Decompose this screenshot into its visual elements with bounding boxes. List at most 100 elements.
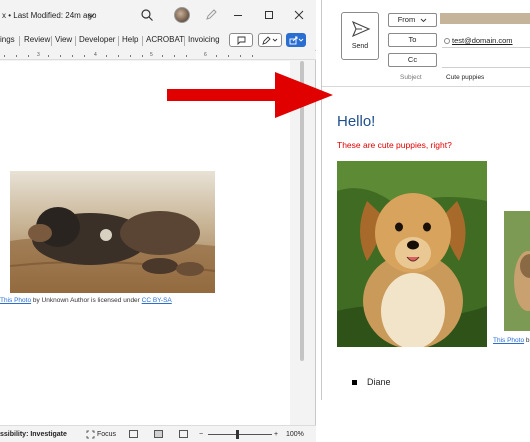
ruler-tick <box>106 55 107 57</box>
license-link[interactable]: CC BY-SA <box>142 297 172 304</box>
ruler-tick <box>174 55 175 57</box>
attribution-text-partial: b <box>524 337 530 344</box>
word-titlebar: x • Last Modified: 24m ago <box>0 0 316 30</box>
edit-icon <box>262 36 278 45</box>
ruler-tick <box>130 55 131 57</box>
cc-button[interactable]: Cc <box>388 53 437 67</box>
second-puppy-photo-partial[interactable] <box>504 211 530 331</box>
focus-button[interactable]: Focus <box>97 431 116 438</box>
ruler-tick <box>4 55 5 57</box>
to-field[interactable]: test@domain.com <box>444 36 513 45</box>
tab-view[interactable]: View <box>55 35 72 44</box>
field-divider <box>442 47 530 48</box>
ruler-tick <box>16 55 17 57</box>
ribbon-divider <box>51 36 52 46</box>
zoom-out-button[interactable]: − <box>199 431 203 438</box>
puppy-photo-sleeping[interactable] <box>10 171 215 293</box>
body-divider <box>322 86 530 87</box>
email-compose-window: Send From To test@domain.com Cc Subject … <box>318 0 530 442</box>
zoom-slider[interactable] <box>208 434 272 435</box>
from-label: From <box>397 15 416 24</box>
editing-button[interactable] <box>258 33 282 47</box>
ribbon-tabs: ings Review View Developer Help ACROBAT … <box>0 30 316 50</box>
tab-invoicing[interactable]: Invoicing <box>188 35 220 44</box>
word-window: x • Last Modified: 24m ago ings Review V… <box>0 0 316 442</box>
second-puppy-image <box>504 211 530 331</box>
from-button[interactable]: From <box>388 13 437 27</box>
comment-icon <box>237 36 246 45</box>
field-divider <box>442 67 530 68</box>
ribbon-divider <box>184 36 185 46</box>
share-button[interactable] <box>286 33 306 47</box>
chevron-down-icon[interactable] <box>87 11 95 19</box>
ruler-tick <box>118 55 119 57</box>
ribbon-divider <box>19 36 20 46</box>
ruler-tick <box>162 55 163 57</box>
web-layout-icon[interactable] <box>179 430 188 438</box>
chevron-down-icon <box>420 18 427 22</box>
screen: x • Last Modified: 24m ago ings Review V… <box>0 0 530 442</box>
attribution-text: by Unknown Author is licensed under <box>31 297 142 304</box>
maximize-icon[interactable] <box>262 8 276 22</box>
window-edge <box>321 0 322 400</box>
subject-field[interactable]: Cute puppies <box>446 74 484 81</box>
share-icon <box>289 36 304 45</box>
tab-help[interactable]: Help <box>122 35 138 44</box>
ruler[interactable]: 3 4 5 6 <box>0 51 316 60</box>
search-icon[interactable] <box>140 8 154 22</box>
tab-acrobat[interactable]: ACROBAT <box>146 35 184 44</box>
zoom-slider-thumb[interactable] <box>236 430 239 439</box>
greeting-heading: Hello! <box>337 113 376 130</box>
puppy-photo-sitting[interactable] <box>337 161 487 347</box>
document-title[interactable]: x • Last Modified: 24m ago <box>2 11 96 20</box>
ruler-number: 6 <box>204 52 207 58</box>
ruler-tick <box>84 55 85 57</box>
ribbon-divider <box>118 36 119 46</box>
photo-link[interactable]: This Photo <box>0 297 31 304</box>
comments-button[interactable] <box>229 33 253 47</box>
photo-attribution: This Photo by Unknown Author is licensed… <box>0 297 172 304</box>
ruler-tick <box>28 55 29 57</box>
tab-review[interactable]: Review <box>24 35 50 44</box>
photo-attribution-partial: This Photo b <box>493 337 530 344</box>
subject-label: Subject <box>400 74 422 81</box>
read-mode-icon[interactable] <box>129 430 138 438</box>
red-arrow-shape <box>167 72 333 118</box>
send-icon <box>351 20 371 38</box>
ribbon-divider <box>142 36 143 46</box>
ruler-tick <box>252 55 253 57</box>
ruler-tick <box>142 55 143 57</box>
bullet-item[interactable]: Diane <box>367 377 391 387</box>
focus-icon[interactable] <box>86 430 95 439</box>
ruler-tick <box>240 55 241 57</box>
arrow <box>167 72 333 118</box>
pen-icon[interactable] <box>204 8 218 22</box>
ruler-tick <box>216 55 217 57</box>
subline-text: These are cute puppies, right? <box>337 140 452 150</box>
ruler-tick <box>186 55 187 57</box>
ruler-tick <box>72 55 73 57</box>
print-layout-icon[interactable] <box>154 430 163 438</box>
avatar[interactable] <box>174 7 190 23</box>
tab-settings[interactable]: ings <box>0 35 15 44</box>
ruler-tick <box>228 55 229 57</box>
ruler-number: 4 <box>94 52 97 58</box>
to-button[interactable]: To <box>388 33 437 47</box>
ruler-number: 3 <box>37 52 40 58</box>
zoom-level[interactable]: 100% <box>286 431 304 438</box>
status-bar: ssibility: Investigate Focus − + 100% <box>0 425 316 442</box>
photo-link-2[interactable]: This Photo <box>493 337 524 344</box>
send-button-label: Send <box>351 43 369 50</box>
to-recipient[interactable]: test@domain.com <box>452 36 513 45</box>
sitting-puppy-image <box>337 161 487 347</box>
from-address-redacted <box>440 13 530 24</box>
minimize-icon[interactable] <box>231 8 245 22</box>
accessibility-status[interactable]: ssibility: Investigate <box>0 431 67 438</box>
zoom-in-button[interactable]: + <box>274 431 278 438</box>
close-icon[interactable] <box>292 8 306 22</box>
send-button[interactable]: Send <box>341 12 379 60</box>
tab-developer[interactable]: Developer <box>79 35 115 44</box>
contact-icon <box>444 38 450 44</box>
sleeping-puppy-image <box>10 171 215 293</box>
ruler-number: 5 <box>150 52 153 58</box>
